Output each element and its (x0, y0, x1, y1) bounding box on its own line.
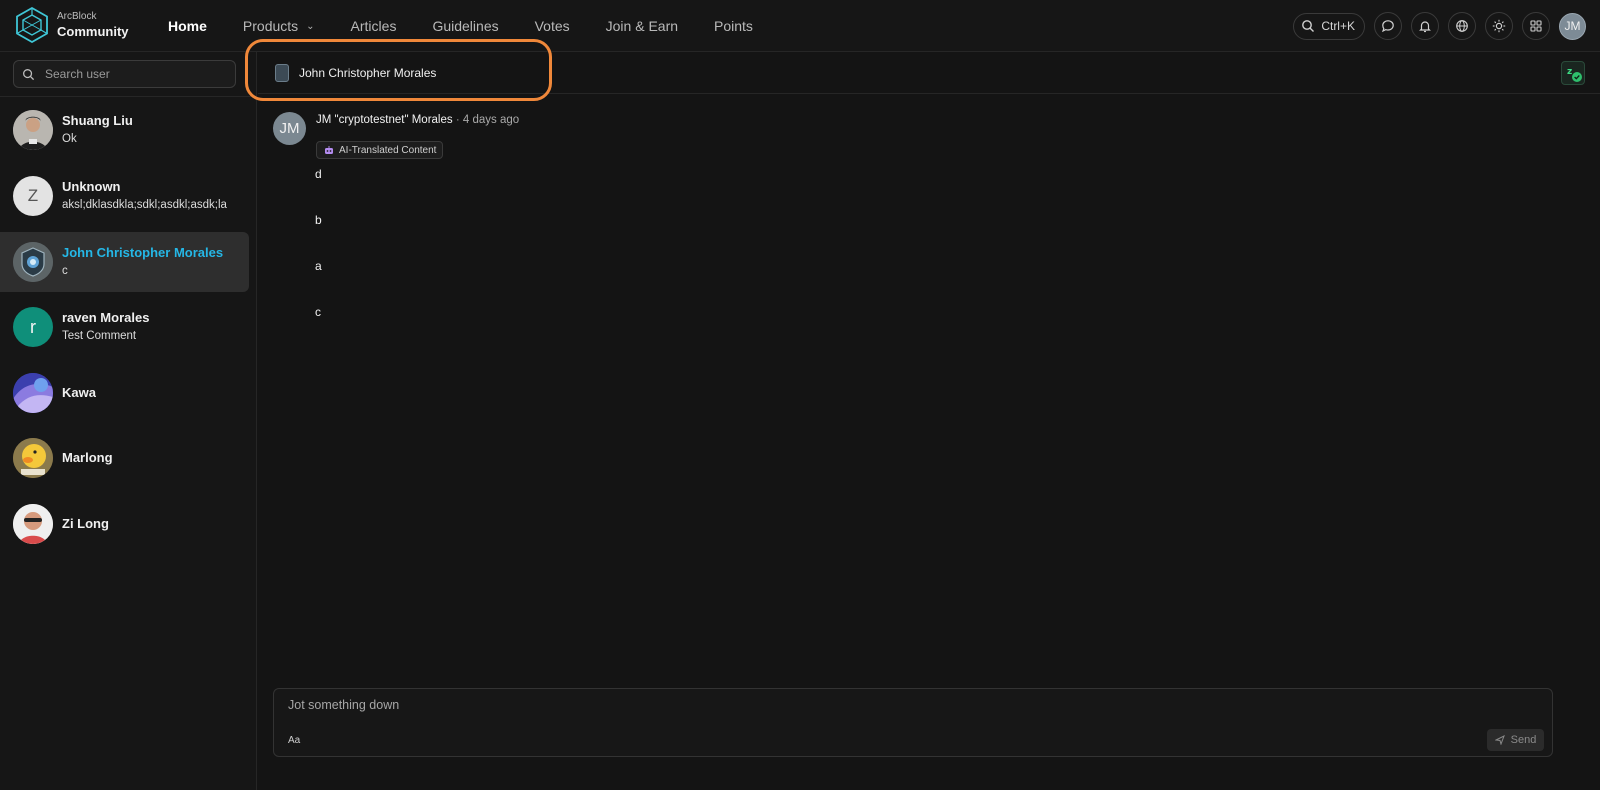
author-initials: JM (279, 120, 300, 137)
messages-button[interactable] (1374, 12, 1402, 40)
contact-raven-morales[interactable]: r raven Morales Test Comment (0, 297, 249, 357)
ai-badge-label: AI-Translated Content (339, 144, 437, 156)
message-author-avatar[interactable]: JM (273, 112, 306, 145)
abstract-avatar-icon (13, 373, 53, 413)
duck-avatar-icon (13, 438, 53, 478)
contacts-sidebar: Shuang Liu Ok Z Unknown aksl;dklasdkla;s… (0, 52, 257, 790)
avatar-letter: r (30, 316, 36, 337)
avatar: r (13, 307, 53, 347)
contact-name: Marlong (62, 449, 113, 465)
user-initials: JM (1564, 19, 1581, 33)
global-search-button[interactable]: Ctrl+K (1293, 12, 1365, 40)
chat-header: John Christopher Morales z (258, 52, 1600, 94)
contact-name: Shuang Liu (62, 113, 133, 129)
brand-bottom-text: Community (57, 24, 129, 39)
message-line: b (315, 213, 322, 227)
language-button[interactable] (1448, 12, 1476, 40)
robot-icon (325, 146, 333, 154)
brand-logo[interactable]: ArcBlock Community (15, 7, 129, 43)
arcblock-logo-icon (16, 7, 48, 43)
main-nav: Home Products ⌄ Articles Guidelines Votes… (168, 0, 789, 52)
nav-guidelines[interactable]: Guidelines (432, 18, 498, 34)
svg-text:z: z (1567, 67, 1572, 77)
brand-top-text: ArcBlock (57, 11, 97, 22)
nav-home[interactable]: Home (168, 18, 207, 34)
nav-points-label: Points (714, 18, 753, 34)
sleep-check-icon: z (1567, 67, 1582, 82)
apps-grid-icon (1530, 20, 1542, 32)
sleep-status-button[interactable]: z (1561, 61, 1585, 85)
user-photo-icon (13, 504, 53, 544)
sun-icon (1492, 19, 1506, 33)
message-meta: JM "cryptotestnet" Morales · 4 days ago (316, 114, 519, 126)
user-photo-icon (13, 110, 53, 150)
theme-toggle-button[interactable] (1485, 12, 1513, 40)
nav-home-label: Home (168, 18, 207, 34)
nav-products[interactable]: Products ⌄ (243, 18, 315, 34)
header-actions: Ctrl+K JM (1293, 12, 1586, 40)
send-button[interactable]: Send (1487, 729, 1544, 751)
message-line: c (315, 305, 321, 319)
nav-votes[interactable]: Votes (535, 18, 570, 34)
contact-last-message: Test Comment (62, 330, 137, 343)
contact-last-message: Ok (62, 133, 77, 146)
search-icon (23, 68, 35, 80)
contact-john-christopher-morales[interactable]: John Christopher Morales c (0, 232, 249, 292)
user-avatar[interactable]: JM (1559, 12, 1586, 40)
nav-points[interactable]: Points (714, 18, 753, 34)
notifications-button[interactable] (1411, 12, 1439, 40)
sidebar-divider (0, 96, 256, 97)
avatar-letter: Z (27, 186, 39, 205)
nav-join-earn[interactable]: Join & Earn (606, 18, 678, 34)
chat-partner-avatar (275, 64, 289, 82)
globe-icon (1456, 20, 1468, 32)
contact-name: Kawa (62, 384, 96, 400)
chat-icon (1381, 20, 1394, 33)
contact-zi-long[interactable]: Zi Long (0, 494, 249, 554)
meta-separator: · (455, 114, 460, 126)
chat-partner-name: John Christopher Morales (299, 66, 437, 80)
contact-unknown[interactable]: Z Unknown aksl;dklasdkla;sdkl;asdkl;asdk… (0, 166, 249, 226)
user-search-input[interactable] (45, 67, 225, 81)
apps-button[interactable] (1522, 12, 1550, 40)
message-line: a (315, 259, 322, 273)
contact-name: Unknown (62, 179, 121, 195)
message-time: 4 days ago (462, 114, 520, 126)
send-button-label: Send (1510, 734, 1537, 746)
nav-guidelines-label: Guidelines (432, 18, 499, 34)
contact-shuang-liu[interactable]: Shuang Liu Ok (0, 100, 249, 160)
chevron-down-icon: ⌄ (306, 20, 315, 32)
top-header: ArcBlock Community Home Products ⌄ Articl… (0, 0, 1600, 52)
contact-last-message: aksl;dklasdkla;sdkl;asdkl;asdk;la (62, 199, 227, 212)
contact-name: Zi Long (62, 515, 109, 531)
avatar (13, 504, 53, 544)
avatar (13, 110, 53, 150)
search-shortcut-label: Ctrl+K (1321, 19, 1355, 33)
message-line: d (315, 167, 322, 181)
nav-join-earn-label: Join & Earn (605, 18, 679, 34)
send-icon (1494, 735, 1505, 745)
contact-name: John Christopher Morales (62, 245, 224, 261)
avatar: Z (13, 176, 53, 216)
text-format-button[interactable]: Aa (288, 735, 300, 746)
contact-kawa[interactable]: Kawa (0, 363, 249, 423)
badge-avatar-icon (13, 242, 53, 282)
nav-articles[interactable]: Articles (351, 18, 397, 34)
nav-articles-label: Articles (350, 18, 397, 34)
avatar (13, 438, 53, 478)
message-input[interactable] (288, 698, 1388, 720)
contact-last-message: c (62, 265, 68, 278)
avatar (13, 242, 53, 282)
avatar (13, 373, 53, 413)
contact-name: raven Morales (62, 310, 150, 326)
bell-icon (1419, 21, 1431, 33)
nav-products-label: Products (242, 18, 299, 34)
search-icon (1302, 20, 1315, 32)
ai-translated-badge[interactable]: AI-Translated Content (316, 141, 444, 159)
user-search-box (13, 60, 236, 88)
message-author[interactable]: JM "cryptotestnet" Morales (316, 114, 453, 126)
contact-marlong[interactable]: Marlong (0, 428, 249, 488)
nav-votes-label: Votes (534, 18, 570, 34)
message-composer: Aa Send (273, 688, 1553, 757)
